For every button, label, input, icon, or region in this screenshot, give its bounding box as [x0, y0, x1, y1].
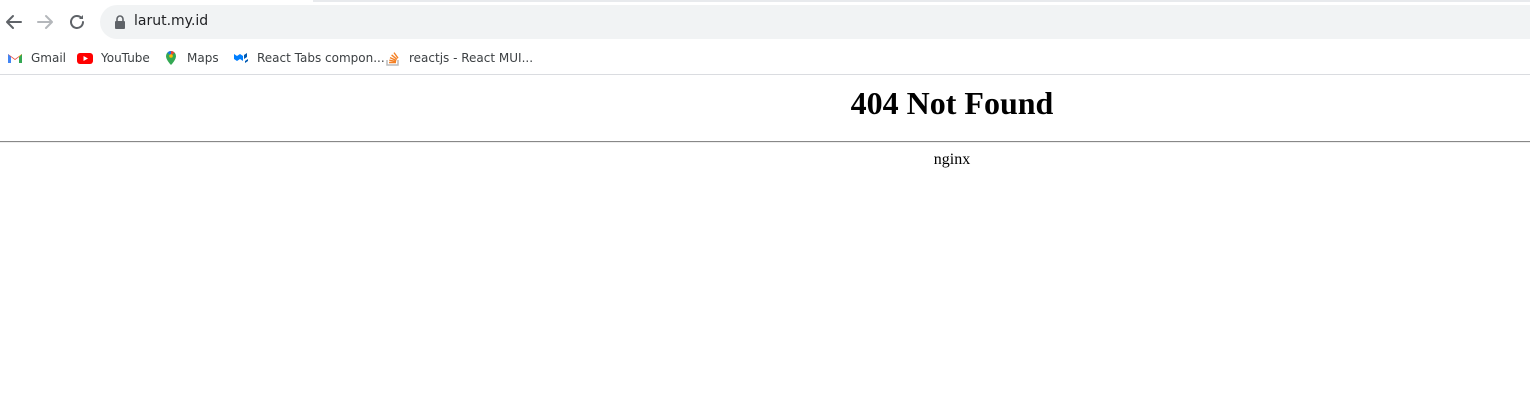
youtube-icon [77, 53, 93, 64]
bookmark-reactjs[interactable]: reactjs - React MUI... [385, 48, 533, 68]
gmail-icon [8, 54, 22, 63]
bookmark-react-tabs[interactable]: React Tabs compon... [233, 48, 385, 68]
reload-icon [70, 15, 84, 29]
bookmark-label: YouTube [101, 51, 150, 65]
bookmark-label: Gmail [31, 51, 67, 65]
bookmark-gmail[interactable]: Gmail [7, 48, 66, 68]
address-bar[interactable]: larut.my.id [100, 5, 1530, 39]
arrow-left-icon [6, 15, 22, 29]
forward-button[interactable] [31, 8, 59, 36]
horizontal-rule [0, 141, 1530, 143]
lock-icon [115, 15, 125, 29]
bookmark-youtube[interactable]: YouTube [77, 48, 150, 68]
reload-button[interactable] [63, 8, 91, 36]
address-text[interactable]: larut.my.id [134, 13, 208, 29]
tab-strip [0, 0, 313, 2]
back-button[interactable] [0, 8, 28, 36]
bookmark-label: Maps [187, 51, 219, 65]
mui-icon [234, 53, 248, 63]
arrow-right-icon [37, 15, 53, 29]
browser-toolbar: larut.my.id [0, 0, 1530, 42]
bookmark-label: React Tabs compon... [257, 51, 385, 65]
server-name: nginx [933, 151, 971, 168]
error-heading: 404 Not Found [850, 85, 1054, 121]
tab-strip-edge [313, 0, 1530, 2]
maps-icon [166, 51, 176, 65]
page-content: 404 Not Found nginx [0, 75, 1530, 406]
bookmarks-bar: Gmail YouTube Maps React Tabs compon... … [0, 42, 1530, 74]
bookmark-label: reactjs - React MUI... [409, 51, 534, 65]
bookmark-maps[interactable]: Maps [163, 48, 219, 68]
stackoverflow-icon [386, 52, 399, 66]
